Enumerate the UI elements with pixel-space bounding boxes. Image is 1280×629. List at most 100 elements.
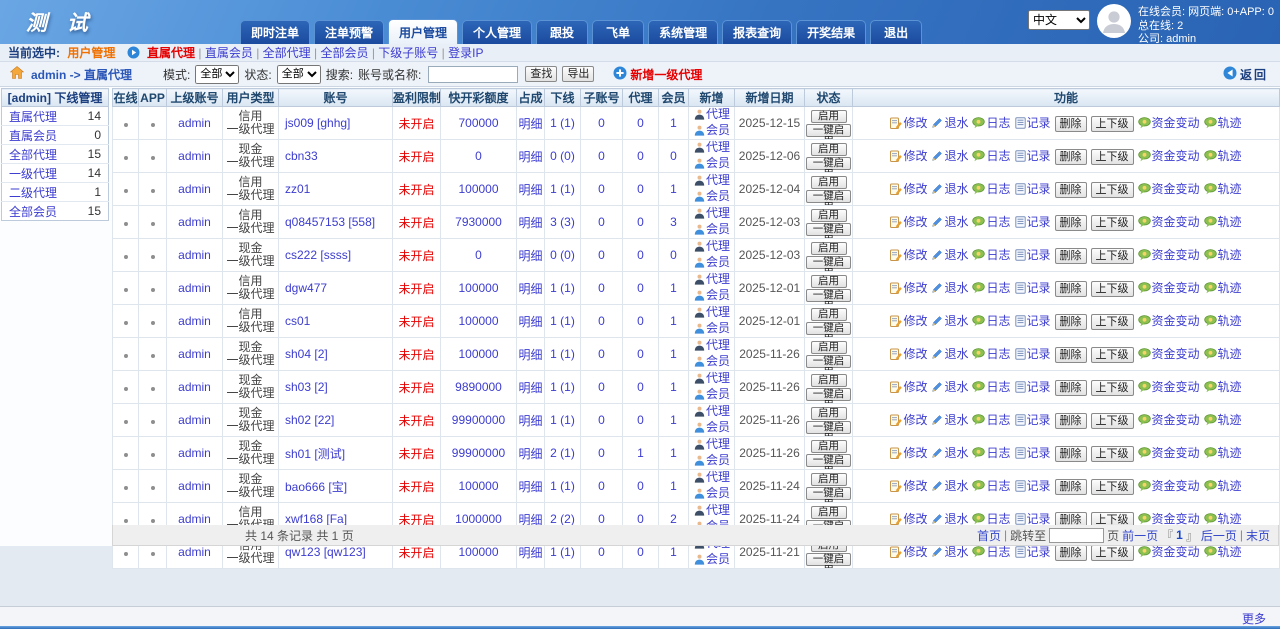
trail-link[interactable]: 轨迹 [1218, 380, 1242, 394]
breadcrumb-link-all-members[interactable]: 全部会员 [320, 46, 368, 60]
trail-link[interactable]: 轨迹 [1218, 545, 1242, 559]
rebate-link[interactable]: 退水 [944, 446, 968, 460]
one-key-enable-button[interactable]: 一键启用 [806, 289, 851, 302]
trail-link[interactable]: 轨迹 [1218, 116, 1242, 130]
record-link[interactable]: 记录 [1027, 347, 1051, 361]
rebate-link[interactable]: 退水 [944, 479, 968, 493]
quick-lottery-quota-value[interactable]: 100000 [441, 272, 517, 305]
quick-lottery-quota-value[interactable]: 9890000 [441, 371, 517, 404]
sub-account-count[interactable]: 0 [581, 107, 623, 140]
rebate-link[interactable]: 退水 [944, 149, 968, 163]
delete-button[interactable]: 删除 [1055, 149, 1087, 165]
parent-account-link[interactable]: admin [167, 239, 223, 272]
enable-button[interactable]: 启用 [811, 143, 847, 156]
delete-button[interactable]: 删除 [1055, 347, 1087, 363]
account-link[interactable]: sh01 [测试] [279, 437, 393, 470]
delete-button[interactable]: 删除 [1055, 479, 1087, 495]
trail-link[interactable]: 轨迹 [1218, 149, 1242, 163]
enable-button[interactable]: 启用 [811, 209, 847, 222]
downline-count[interactable]: 1 (1) [545, 404, 581, 437]
log-link[interactable]: 日志 [986, 182, 1010, 196]
add-agent-link[interactable]: 代理 [706, 338, 730, 352]
account-link[interactable]: sh03 [2] [279, 371, 393, 404]
delete-button[interactable]: 删除 [1055, 116, 1087, 132]
enable-button[interactable]: 启用 [811, 110, 847, 123]
quick-lottery-quota-value[interactable]: 100000 [441, 173, 517, 206]
share-detail-link[interactable]: 明细 [517, 338, 545, 371]
hierarchy-button[interactable]: 上下级 [1091, 116, 1134, 132]
parent-account-link[interactable]: admin [167, 338, 223, 371]
delete-button[interactable]: 删除 [1055, 314, 1087, 330]
rebate-link[interactable]: 退水 [944, 248, 968, 262]
funds-change-link[interactable]: 资金变动 [1152, 248, 1200, 262]
hierarchy-button[interactable]: 上下级 [1091, 314, 1134, 330]
sub-account-count[interactable]: 0 [581, 272, 623, 305]
trail-link[interactable]: 轨迹 [1218, 413, 1242, 427]
trail-link[interactable]: 轨迹 [1218, 248, 1242, 262]
member-count[interactable]: 1 [659, 404, 689, 437]
downline-count[interactable]: 0 (0) [545, 140, 581, 173]
edit-link[interactable]: 修改 [903, 413, 927, 427]
hierarchy-button[interactable]: 上下级 [1091, 215, 1134, 231]
more-link[interactable]: 更多 [1242, 612, 1266, 626]
downline-count[interactable]: 1 (1) [545, 305, 581, 338]
member-count[interactable]: 1 [659, 470, 689, 503]
tab-report-query[interactable]: 报表查询 [722, 20, 792, 44]
trail-link[interactable]: 轨迹 [1218, 314, 1242, 328]
breadcrumb-link-login-ip[interactable]: 登录IP [448, 46, 483, 60]
language-select[interactable]: 中文 [1028, 10, 1090, 30]
add-agent-link[interactable]: 代理 [706, 173, 730, 187]
enable-button[interactable]: 启用 [811, 440, 847, 453]
funds-change-link[interactable]: 资金变动 [1152, 380, 1200, 394]
sidebar-item-direct-members[interactable]: 直属会员 [9, 129, 57, 143]
one-key-enable-button[interactable]: 一键启用 [806, 322, 851, 335]
hierarchy-button[interactable]: 上下级 [1091, 149, 1134, 165]
quick-lottery-quota-value[interactable]: 0 [441, 239, 517, 272]
funds-change-link[interactable]: 资金变动 [1152, 413, 1200, 427]
record-link[interactable]: 记录 [1027, 545, 1051, 559]
one-key-enable-button[interactable]: 一键启用 [806, 355, 851, 368]
edit-link[interactable]: 修改 [903, 215, 927, 229]
one-key-enable-button[interactable]: 一键启用 [806, 454, 851, 467]
agent-count[interactable]: 0 [623, 239, 659, 272]
one-key-enable-button[interactable]: 一键启用 [806, 421, 851, 434]
trail-link[interactable]: 轨迹 [1218, 479, 1242, 493]
agent-count[interactable]: 0 [623, 173, 659, 206]
record-link[interactable]: 记录 [1027, 413, 1051, 427]
log-link[interactable]: 日志 [986, 512, 1010, 526]
sub-account-count[interactable]: 0 [581, 140, 623, 173]
add-agent-link[interactable]: 代理 [706, 503, 730, 517]
tab-instant-orders[interactable]: 即时注单 [240, 20, 310, 44]
add-member-link[interactable]: 会员 [706, 255, 730, 269]
add-member-link[interactable]: 会员 [706, 123, 730, 137]
funds-change-link[interactable]: 资金变动 [1152, 446, 1200, 460]
sidebar-item-direct-agents[interactable]: 直属代理 [9, 110, 57, 124]
add-member-link[interactable]: 会员 [706, 420, 730, 434]
quick-lottery-quota-value[interactable]: 700000 [441, 107, 517, 140]
member-count[interactable]: 1 [659, 371, 689, 404]
log-link[interactable]: 日志 [986, 281, 1010, 295]
one-key-enable-button[interactable]: 一键启用 [806, 553, 851, 566]
last-page-link[interactable]: 末页 [1246, 527, 1270, 544]
share-detail-link[interactable]: 明细 [517, 470, 545, 503]
delete-button[interactable]: 删除 [1055, 413, 1087, 429]
delete-button[interactable]: 删除 [1055, 281, 1087, 297]
funds-change-link[interactable]: 资金变动 [1152, 479, 1200, 493]
hierarchy-button[interactable]: 上下级 [1091, 413, 1134, 429]
prev-page-link[interactable]: 前一页 [1122, 527, 1158, 544]
account-link[interactable]: zz01 [279, 173, 393, 206]
one-key-enable-button[interactable]: 一键启用 [806, 388, 851, 401]
add-agent-link[interactable]: 代理 [706, 140, 730, 154]
delete-button[interactable]: 删除 [1055, 215, 1087, 231]
add-member-link[interactable]: 会员 [706, 222, 730, 236]
add-member-link[interactable]: 会员 [706, 552, 730, 566]
edit-link[interactable]: 修改 [903, 314, 927, 328]
sidebar-item-level1-agents[interactable]: 一级代理 [9, 167, 57, 181]
sidebar-item-level2-agents[interactable]: 二级代理 [9, 186, 57, 200]
account-link[interactable]: cs01 [279, 305, 393, 338]
sub-account-count[interactable]: 0 [581, 437, 623, 470]
parent-account-link[interactable]: admin [167, 437, 223, 470]
rebate-link[interactable]: 退水 [944, 545, 968, 559]
log-link[interactable]: 日志 [986, 347, 1010, 361]
agent-count[interactable]: 0 [623, 338, 659, 371]
